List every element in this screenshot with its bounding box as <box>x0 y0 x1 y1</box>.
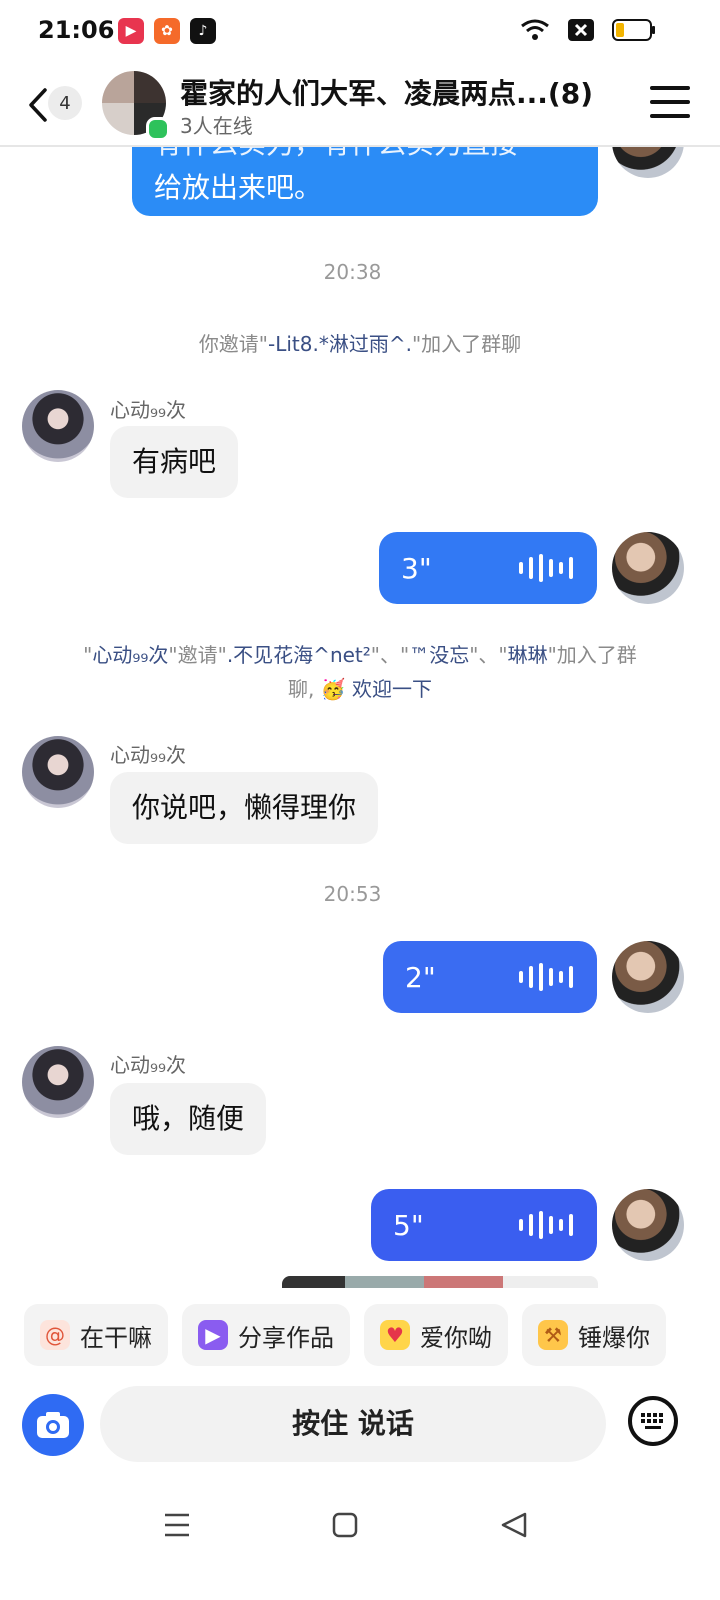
unread-count-badge[interactable]: 4 <box>48 86 82 120</box>
chevron-left-icon <box>29 88 47 122</box>
keyboard-toggle-button[interactable] <box>628 1396 678 1446</box>
sender-avatar[interactable] <box>22 1046 94 1118</box>
hammer-icon: ⚒ <box>538 1320 568 1350</box>
camera-button[interactable] <box>22 1394 84 1456</box>
timestamp: 20:38 <box>323 260 382 284</box>
system-message: "心动₉₉次"邀请".不见花海^net²"、"™没忘"、"琳琳"加入了群 聊, 🥳… <box>60 638 660 706</box>
voice-message-bubble[interactable]: 3" <box>379 532 597 604</box>
chip-label: 分享作品 <box>238 1323 334 1352</box>
game-app-icon: ✿ <box>154 18 180 44</box>
home-icon[interactable] <box>332 1512 358 1538</box>
quick-reply-chip[interactable]: ▶ 分享作品 <box>182 1304 350 1366</box>
battery-icon <box>612 19 655 41</box>
video-share-icon: ▶ <box>198 1320 228 1350</box>
member-name-link[interactable]: ™没忘 <box>409 643 469 667</box>
system-text: "邀请" <box>168 643 227 667</box>
voice-message-bubble[interactable]: 5" <box>371 1189 597 1261</box>
status-bar: 21:06 ▶ ✿ ♪ <box>0 0 720 64</box>
status-indicators <box>520 18 656 42</box>
welcome-link[interactable]: 欢迎一下 <box>352 677 432 701</box>
system-text: 你邀请" <box>198 332 269 356</box>
quick-reply-chip[interactable]: ⚒ 锤爆你 <box>522 1304 666 1366</box>
menu-button[interactable] <box>650 86 690 122</box>
message-bubble-received[interactable]: 有病吧 <box>110 426 239 498</box>
my-avatar[interactable] <box>612 532 684 604</box>
voice-message-bubble[interactable]: 2" <box>383 941 597 1013</box>
system-text: "、" <box>370 643 410 667</box>
member-name-link[interactable]: 心动₉₉次 <box>92 643 168 667</box>
sender-avatar[interactable] <box>22 390 94 462</box>
voice-wave-icon <box>519 963 573 991</box>
chip-label: 锤爆你 <box>578 1323 650 1352</box>
system-text: "、" <box>469 643 508 667</box>
quick-reply-chip[interactable]: @ 在干嘛 <box>24 1304 168 1366</box>
sender-name: 心动₉₉次 <box>110 743 187 767</box>
voice-duration: 2" <box>405 961 436 994</box>
chat-title[interactable]: 霍家的人们大军、凌晨两点...(8) <box>180 72 593 112</box>
message-bubble-received[interactable]: 哦，随便 <box>110 1083 267 1155</box>
hamburger-icon <box>650 86 690 118</box>
system-text: 聊, <box>288 677 321 701</box>
chip-label: 在干嘛 <box>80 1323 152 1352</box>
online-status-dot <box>146 117 170 141</box>
system-text: "加入了群聊 <box>411 332 522 356</box>
status-time: 21:06 <box>38 16 115 44</box>
my-avatar[interactable] <box>612 941 684 1013</box>
voice-wave-icon <box>519 554 573 582</box>
message-bubble-received[interactable]: 你说吧，懒得理你 <box>110 772 379 844</box>
my-avatar[interactable] <box>612 1189 684 1261</box>
snail-icon: @ <box>40 1320 70 1350</box>
online-count: 3人在线 <box>180 114 253 138</box>
system-navigation-bar <box>0 1490 720 1560</box>
wifi-icon <box>521 19 549 40</box>
system-text: " <box>83 643 93 667</box>
quick-reply-chip[interactable]: ♥ 爱你呦 <box>364 1304 508 1366</box>
system-message: 你邀请"-Lit8.*淋过雨^."加入了群聊 <box>60 327 660 361</box>
voice-duration: 5" <box>393 1209 424 1242</box>
voice-duration: 3" <box>401 552 432 585</box>
back-triangle-icon[interactable] <box>500 1512 528 1538</box>
sender-name: 心动₉₉次 <box>110 398 187 422</box>
sender-avatar[interactable] <box>22 736 94 808</box>
system-text: "加入了群 <box>547 643 637 667</box>
status-app-icons: ▶ ✿ ♪ <box>118 18 216 44</box>
member-name-link[interactable]: -Lit8.*淋过雨^. <box>268 332 412 356</box>
hold-to-talk-button[interactable]: 按住 说话 <box>100 1386 606 1462</box>
tiktok-icon: ♪ <box>190 18 216 44</box>
heart-eyes-icon: ♥ <box>380 1320 410 1350</box>
quick-reply-bar: @ 在干嘛 ▶ 分享作品 ♥ 爱你呦 ⚒ 锤爆你 <box>24 1304 666 1366</box>
header-divider <box>0 145 720 146</box>
video-app-icon: ▶ <box>118 18 144 44</box>
sim-blocked-icon <box>568 19 594 41</box>
message-text: 给放出来吧。 <box>154 171 323 204</box>
recent-apps-icon[interactable] <box>164 1512 190 1538</box>
camera-icon <box>37 1412 69 1438</box>
image-message-thumbnail[interactable] <box>282 1276 598 1288</box>
member-name-link[interactable]: .不见花海^net² <box>227 643 371 667</box>
member-name-link[interactable]: 琳琳 <box>508 643 548 667</box>
chip-label: 爱你呦 <box>420 1323 492 1352</box>
party-face-icon: 🥳 <box>320 677 346 701</box>
keyboard-icon <box>641 1413 663 1429</box>
sender-name: 心动₉₉次 <box>110 1053 187 1077</box>
voice-wave-icon <box>519 1211 573 1239</box>
timestamp: 20:53 <box>323 882 382 906</box>
